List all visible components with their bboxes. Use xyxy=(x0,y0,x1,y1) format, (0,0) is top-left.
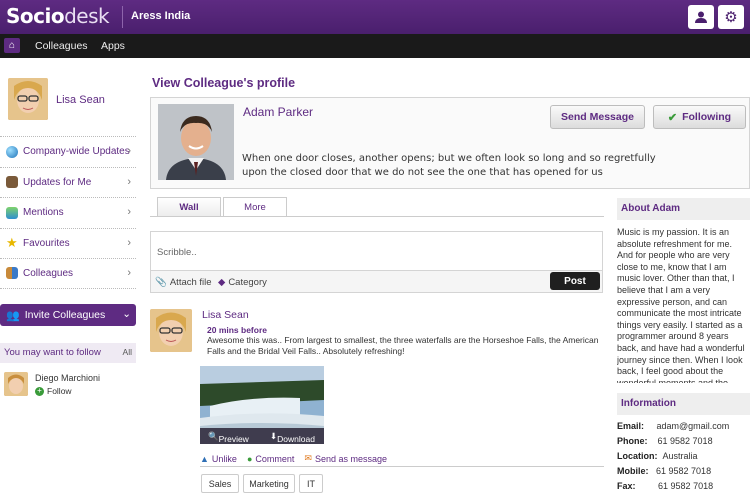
email-value[interactable]: adam@gmail.com xyxy=(657,421,730,431)
top-header: Sociodesk Aress India ⚙ xyxy=(0,0,750,34)
sidebar-item-favourites[interactable]: ★ Favourites › xyxy=(0,227,136,259)
suggestion-avatar[interactable] xyxy=(4,372,28,396)
chevron-down-icon: ⌄ xyxy=(122,308,131,320)
image-toolbar: 🔍 Preview ⬇ Download xyxy=(200,428,324,444)
sidebar-item-label: Updates for Me xyxy=(23,176,92,188)
add-people-icon: 👥 xyxy=(6,309,20,322)
profile-name: Adam Parker xyxy=(243,105,314,119)
chevron-right-icon: › xyxy=(127,267,131,279)
user-icon xyxy=(695,11,707,23)
nav-apps[interactable]: Apps xyxy=(101,40,125,52)
view-all-link[interactable]: All xyxy=(123,347,132,357)
profile-photo xyxy=(158,104,234,180)
app-logo[interactable]: Sociodesk xyxy=(6,4,110,28)
comment-button[interactable]: ● Comment xyxy=(247,453,294,464)
sidebar-item-company-updates[interactable]: Company-wide Updates › xyxy=(0,136,136,167)
download-button[interactable]: ⬇ Download xyxy=(270,431,315,444)
thumbs-up-icon: ▲ xyxy=(200,453,209,464)
star-icon: ★ xyxy=(6,235,18,251)
nav-colleagues[interactable]: Colleagues xyxy=(35,40,88,52)
sidebar-item-updates-for-me[interactable]: Updates for Me › xyxy=(0,166,136,198)
tag-sales[interactable]: Sales xyxy=(201,474,239,493)
tab-more[interactable]: More xyxy=(223,197,287,217)
about-text: Music is my passion. It is an absolute r… xyxy=(617,227,745,383)
post-body: Awesome this was.. From largest to small… xyxy=(207,335,599,356)
info-phone: Phone: 61 9582 7018 xyxy=(617,436,713,446)
post-label: Post xyxy=(564,275,586,287)
person-icon xyxy=(6,176,18,189)
sidebar-item-colleagues[interactable]: Colleagues › xyxy=(0,258,136,289)
comment-icon: ● xyxy=(246,453,253,464)
chevron-right-icon: › xyxy=(127,145,131,157)
about-heading: About Adam xyxy=(617,198,750,220)
invite-colleagues-button[interactable]: 👥 Invite Colleagues ⌄ xyxy=(0,304,136,326)
post-button[interactable]: Post xyxy=(550,272,600,290)
post-author[interactable]: Lisa Sean xyxy=(202,309,249,321)
scribble-placeholder: Scribble.. xyxy=(157,247,197,258)
post-actions: ▲ Unlike ● Comment ✉ Send as message xyxy=(200,453,387,464)
tag-icon: ◆ xyxy=(218,277,226,288)
gear-icon: ⚙ xyxy=(724,9,738,26)
info-email: Email: adam@gmail.com xyxy=(617,421,730,431)
follow-label: Follow xyxy=(47,386,72,396)
info-mobile: Mobile: 61 9582 7018 xyxy=(617,466,712,476)
send-message-label: Send Message xyxy=(561,111,634,123)
send-as-message-button[interactable]: ✉ Send as message xyxy=(304,453,387,464)
plus-icon: + xyxy=(35,386,44,396)
following-button[interactable]: ✔ Following xyxy=(653,105,746,129)
tab-label: More xyxy=(244,202,266,213)
speech-bubble-icon xyxy=(6,206,18,219)
attach-label: Attach file xyxy=(169,277,212,288)
chevron-right-icon: › xyxy=(127,206,131,218)
unlike-button[interactable]: ▲ Unlike xyxy=(200,453,237,464)
info-fax: Fax: 61 9582 7018 xyxy=(617,481,714,491)
check-icon: ✔ xyxy=(667,111,678,124)
invite-label: Invite Colleagues xyxy=(24,309,106,321)
main-nav: ⌂ Colleagues Apps xyxy=(0,34,750,58)
post-divider xyxy=(200,466,604,467)
envelope-icon: ✉ xyxy=(304,453,312,463)
follow-button[interactable]: + Follow xyxy=(35,386,72,396)
post-author-avatar[interactable] xyxy=(150,309,192,352)
sidebar-item-label: Mentions xyxy=(23,207,64,219)
people-icon xyxy=(6,267,18,280)
sidebar-menu: Company-wide Updates › Updates for Me › … xyxy=(0,136,136,289)
follow-heading: You may want to follow xyxy=(4,347,101,358)
globe-icon xyxy=(6,145,18,158)
suggestion-name[interactable]: Diego Marchioni xyxy=(35,373,100,383)
category-button[interactable]: ◆ Category xyxy=(218,277,267,288)
profile-quote: When one door closes, another opens; but… xyxy=(242,153,656,178)
home-icon: ⌂ xyxy=(8,40,16,51)
tabs-divider xyxy=(150,216,604,217)
paperclip-icon: 📎 xyxy=(155,277,167,288)
follow-suggestions-header: You may want to follow All xyxy=(0,343,136,363)
attach-file-button[interactable]: 📎 Attach file xyxy=(155,277,212,288)
tab-label: Wall xyxy=(179,202,199,213)
chevron-right-icon: › xyxy=(127,175,131,188)
chevron-right-icon: › xyxy=(127,236,131,249)
sidebar-item-label: Company-wide Updates xyxy=(23,146,130,158)
organization-name: Aress India xyxy=(131,10,191,22)
tab-wall[interactable]: Wall xyxy=(157,197,221,217)
send-message-button[interactable]: Send Message xyxy=(550,105,645,129)
settings-button[interactable]: ⚙ xyxy=(718,5,744,29)
page-title: View Colleague's profile xyxy=(152,76,296,90)
current-user-avatar[interactable] xyxy=(8,78,48,120)
scribble-input[interactable]: Scribble.. xyxy=(150,231,603,271)
category-label: Category xyxy=(228,277,267,288)
current-user-name[interactable]: Lisa Sean xyxy=(56,94,105,106)
sidebar-item-label: Colleagues xyxy=(23,267,74,279)
profile-button[interactable] xyxy=(688,5,714,29)
sidebar-item-mentions[interactable]: Mentions › xyxy=(0,197,136,228)
preview-button[interactable]: 🔍 Preview xyxy=(208,431,249,444)
header-divider xyxy=(122,6,123,28)
tag-it[interactable]: IT xyxy=(299,474,323,493)
info-location: Location: Australia xyxy=(617,451,698,461)
home-button[interactable]: ⌂ xyxy=(4,38,20,53)
following-label: Following xyxy=(682,111,732,123)
sidebar-item-label: Favourites xyxy=(23,237,70,249)
tag-marketing[interactable]: Marketing xyxy=(243,474,295,493)
post-timestamp: 20 mins before xyxy=(207,325,267,335)
information-heading: Information xyxy=(617,393,750,415)
